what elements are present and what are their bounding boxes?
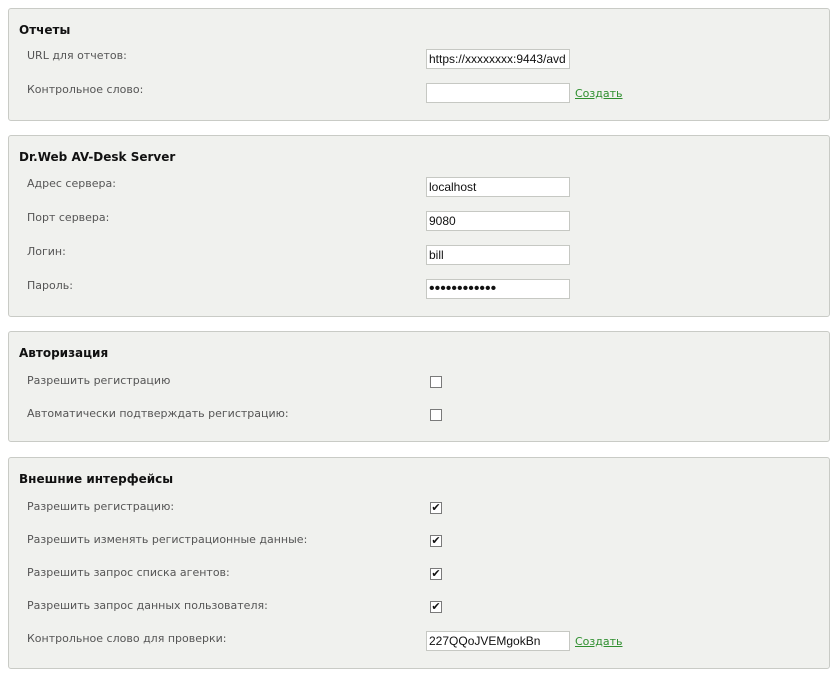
report-secret-label: Контрольное слово: [27, 83, 144, 96]
server-login-label: Логин: [27, 245, 66, 258]
auth-allow-registration-label: Разрешить регистрацию [27, 374, 171, 387]
reports-section-title: Отчеты [19, 23, 71, 37]
auth-allow-registration-checkbox[interactable] [430, 376, 442, 388]
report-url-input[interactable] [426, 49, 570, 69]
checkmark-icon: ✔ [431, 600, 441, 613]
auth-section-title: Авторизация [19, 346, 109, 360]
server-section: Dr.Web AV-Desk Server Адрес сервера: Пор… [8, 135, 830, 317]
ext-check-word-create-link[interactable]: Создать [575, 635, 623, 648]
ext-allow-user-data-checkbox[interactable]: ✔ [430, 601, 442, 613]
server-section-title: Dr.Web AV-Desk Server [19, 150, 176, 164]
auth-auto-confirm-checkbox[interactable] [430, 409, 442, 421]
checkmark-icon: ✔ [431, 501, 441, 514]
reports-section: Отчеты URL для отчетов: Контрольное слов… [8, 8, 830, 121]
external-section-title: Внешние интерфейсы [19, 472, 174, 486]
server-port-input[interactable] [426, 211, 570, 231]
checkmark-icon: ✔ [431, 534, 441, 547]
ext-allow-user-data-label: Разрешить запрос данных пользователя: [27, 599, 268, 612]
server-address-label: Адрес сервера: [27, 177, 116, 190]
server-port-label: Порт сервера: [27, 211, 110, 224]
ext-allow-edit-checkbox[interactable]: ✔ [430, 535, 442, 547]
server-address-input[interactable] [426, 177, 570, 197]
ext-allow-registration-checkbox[interactable]: ✔ [430, 502, 442, 514]
report-secret-input[interactable] [426, 83, 570, 103]
external-section: Внешние интерфейсы Разрешить регистрацию… [8, 457, 830, 669]
ext-allow-registration-label: Разрешить регистрацию: [27, 500, 175, 513]
ext-check-word-input[interactable] [426, 631, 570, 651]
ext-allow-edit-label: Разрешить изменять регистрационные данны… [27, 533, 308, 546]
server-password-label: Пароль: [27, 279, 73, 292]
auth-section: Авторизация Разрешить регистрацию Автома… [8, 331, 830, 442]
server-password-input[interactable] [426, 279, 570, 299]
server-login-input[interactable] [426, 245, 570, 265]
report-secret-create-link[interactable]: Создать [575, 87, 623, 100]
auth-auto-confirm-label: Автоматически подтверждать регистрацию: [27, 407, 289, 420]
report-url-label: URL для отчетов: [27, 49, 127, 62]
ext-allow-agents-checkbox[interactable]: ✔ [430, 568, 442, 580]
ext-allow-agents-label: Разрешить запрос списка агентов: [27, 566, 230, 579]
checkmark-icon: ✔ [431, 567, 441, 580]
ext-check-word-label: Контрольное слово для проверки: [27, 632, 227, 645]
